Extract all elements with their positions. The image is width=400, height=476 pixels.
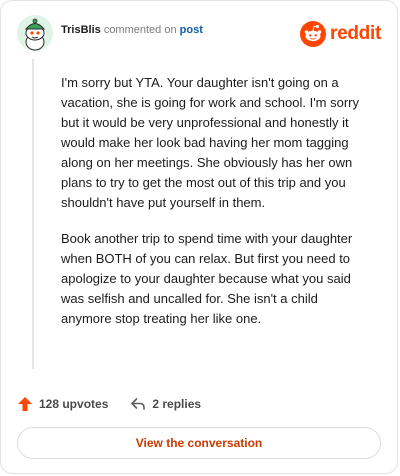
comment-meta: TrisBlis commented on post bbox=[61, 23, 203, 37]
reddit-snoo-icon bbox=[300, 21, 327, 47]
commented-on-text: commented on bbox=[103, 24, 177, 36]
replies-label: 2 replies bbox=[152, 397, 202, 411]
replies-button[interactable]: 2 replies bbox=[130, 396, 201, 412]
upvotes-label: 128 upvotes bbox=[39, 397, 109, 411]
upvotes-button[interactable]: 128 upvotes bbox=[17, 396, 108, 412]
comment-paragraph-2: Book another trip to spend time with you… bbox=[61, 231, 353, 326]
comment-actions: 128 upvotes 2 replies bbox=[17, 393, 223, 415]
username-link[interactable]: TrisBlis bbox=[61, 24, 101, 36]
view-conversation-button[interactable]: View the conversation bbox=[17, 427, 381, 459]
upvote-arrow-icon bbox=[18, 397, 32, 411]
post-link[interactable]: post bbox=[180, 24, 203, 36]
snoo-avatar-icon bbox=[17, 15, 53, 51]
comment-body: I'm sorry but YTA. Your daughter isn't g… bbox=[61, 73, 367, 345]
reddit-logo[interactable]: reddit bbox=[300, 21, 381, 47]
reddit-wordmark: reddit bbox=[330, 23, 381, 44]
avatar[interactable] bbox=[17, 15, 53, 51]
comment-paragraph-1: I'm sorry but YTA. Your daughter isn't g… bbox=[61, 75, 360, 210]
comment-embed-card: TrisBlis commented on post reddit I'm so… bbox=[0, 0, 398, 474]
reply-arrow-icon bbox=[131, 398, 146, 410]
thread-line bbox=[32, 59, 34, 369]
